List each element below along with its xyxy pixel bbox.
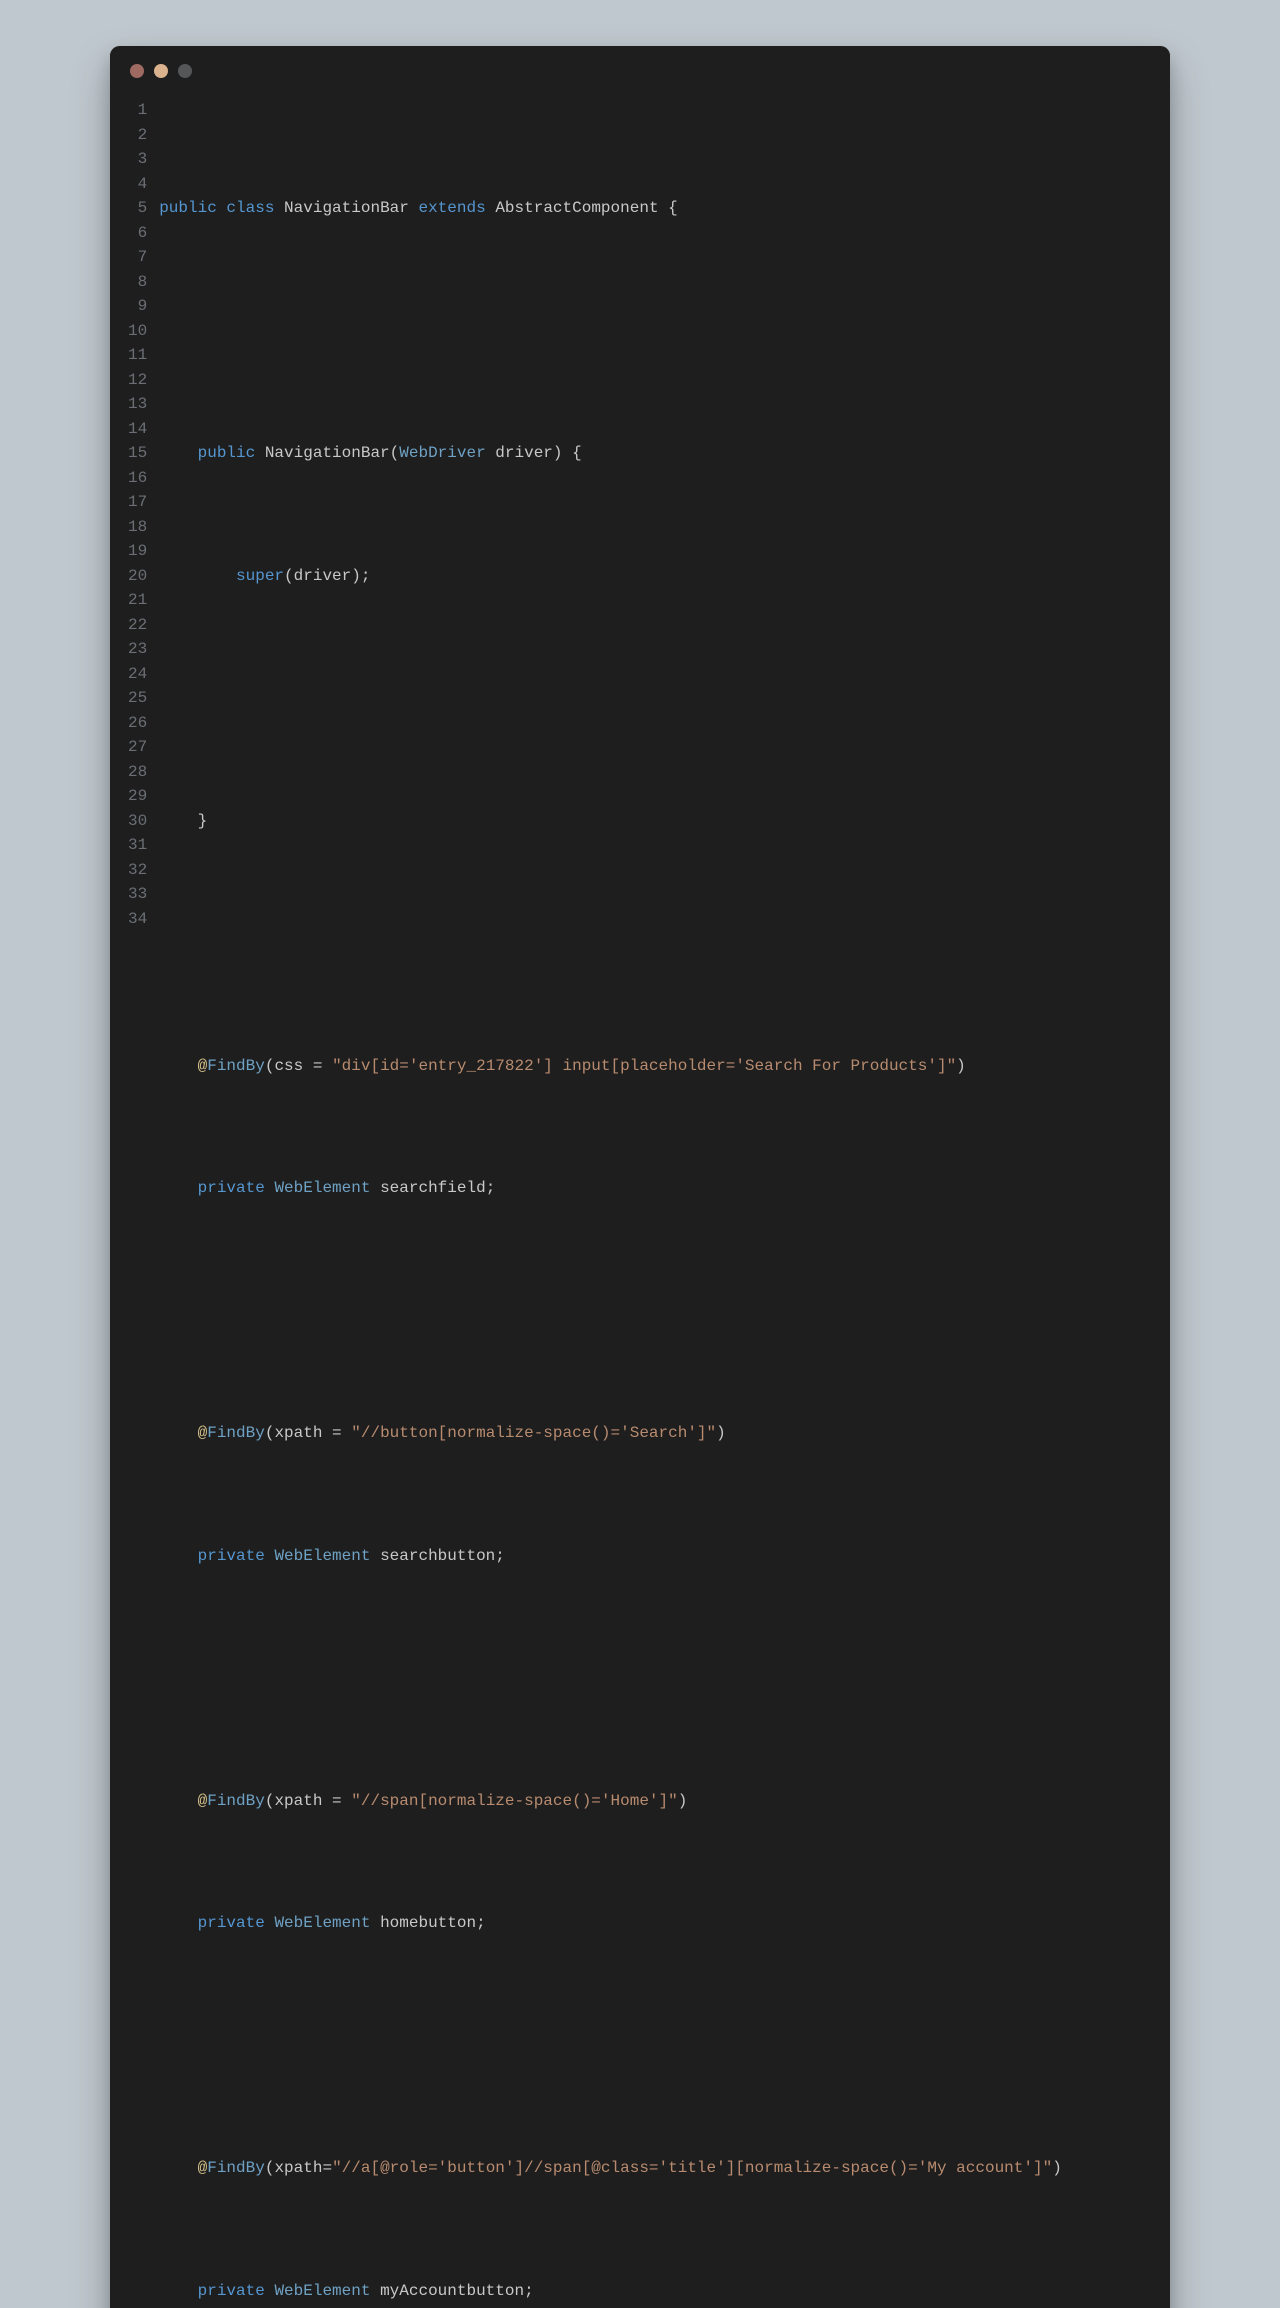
keyword-class: class [226,199,274,217]
code-line[interactable]: } [159,809,1158,834]
line-number: 29 [128,784,147,809]
line-number: 27 [128,735,147,760]
line-number: 14 [128,417,147,442]
string-xpath: "//button[normalize-space()='Search']" [351,1424,716,1442]
code-line[interactable] [159,931,1158,956]
line-number: 1 [128,98,147,123]
code-line[interactable]: private WebElement searchfield; [159,1176,1158,1201]
line-number: 32 [128,858,147,883]
line-number: 24 [128,662,147,687]
code-line[interactable]: public class NavigationBar extends Abstr… [159,196,1158,221]
line-number: 30 [128,809,147,834]
line-number: 20 [128,564,147,589]
code-area: 1234567891011121314151617181920212223242… [110,84,1170,2308]
superclass-name: AbstractComponent [495,199,658,217]
line-number: 2 [128,123,147,148]
line-number: 17 [128,490,147,515]
code-line[interactable]: @FindBy(xpath = "//button[normalize-spac… [159,1421,1158,1446]
line-number: 9 [128,294,147,319]
string-css-selector: "div[id='entry_217822'] input[placeholde… [332,1057,956,1075]
code-line[interactable] [159,686,1158,711]
annotation-at: @ [198,1057,208,1075]
code-line[interactable] [159,319,1158,344]
line-number: 18 [128,515,147,540]
line-number: 3 [128,147,147,172]
keyword-extends: extends [418,199,485,217]
source-code[interactable]: public class NavigationBar extends Abstr… [159,98,1158,2308]
keyword-super: super [236,567,284,585]
line-number: 28 [128,760,147,785]
annotation-findby: FindBy [207,1057,265,1075]
line-number: 26 [128,711,147,736]
line-number: 31 [128,833,147,858]
line-number: 22 [128,613,147,638]
line-number: 21 [128,588,147,613]
line-number: 13 [128,392,147,417]
code-line[interactable]: @FindBy(css = "div[id='entry_217822'] in… [159,1054,1158,1079]
code-line[interactable]: @FindBy(xpath = "//span[normalize-space(… [159,1789,1158,1814]
line-number: 19 [128,539,147,564]
string-xpath: "//a[@role='button']//span[@class='title… [332,2159,1052,2177]
code-line[interactable] [159,2034,1158,2059]
code-line[interactable]: private WebElement myAccountbutton; [159,2279,1158,2304]
line-number: 23 [128,637,147,662]
code-line[interactable]: private WebElement searchbutton; [159,1544,1158,1569]
type-webdriver: WebDriver [399,444,485,462]
code-line[interactable]: public NavigationBar(WebDriver driver) { [159,441,1158,466]
line-number-gutter: 1234567891011121314151617181920212223242… [110,98,159,2308]
line-number: 5 [128,196,147,221]
code-line[interactable]: super(driver); [159,564,1158,589]
line-number: 33 [128,882,147,907]
close-icon[interactable] [130,64,144,78]
minimize-icon[interactable] [154,64,168,78]
line-number: 12 [128,368,147,393]
line-number: 4 [128,172,147,197]
line-number: 34 [128,907,147,932]
code-line[interactable] [159,1666,1158,1691]
class-name: NavigationBar [284,199,409,217]
code-editor-window: 1234567891011121314151617181920212223242… [110,46,1170,2308]
maximize-icon[interactable] [178,64,192,78]
line-number: 16 [128,466,147,491]
line-number: 7 [128,245,147,270]
code-line[interactable]: private WebElement homebutton; [159,1911,1158,1936]
line-number: 10 [128,319,147,344]
type-webelement: WebElement [274,1179,370,1197]
line-number: 6 [128,221,147,246]
line-number: 25 [128,686,147,711]
line-number: 15 [128,441,147,466]
code-line[interactable]: @FindBy(xpath="//a[@role='button']//span… [159,2156,1158,2181]
line-number: 11 [128,343,147,368]
code-line[interactable] [159,1299,1158,1324]
string-xpath: "//span[normalize-space()='Home']" [351,1792,677,1810]
line-number: 8 [128,270,147,295]
window-titlebar [110,46,1170,84]
keyword-public: public [159,199,217,217]
